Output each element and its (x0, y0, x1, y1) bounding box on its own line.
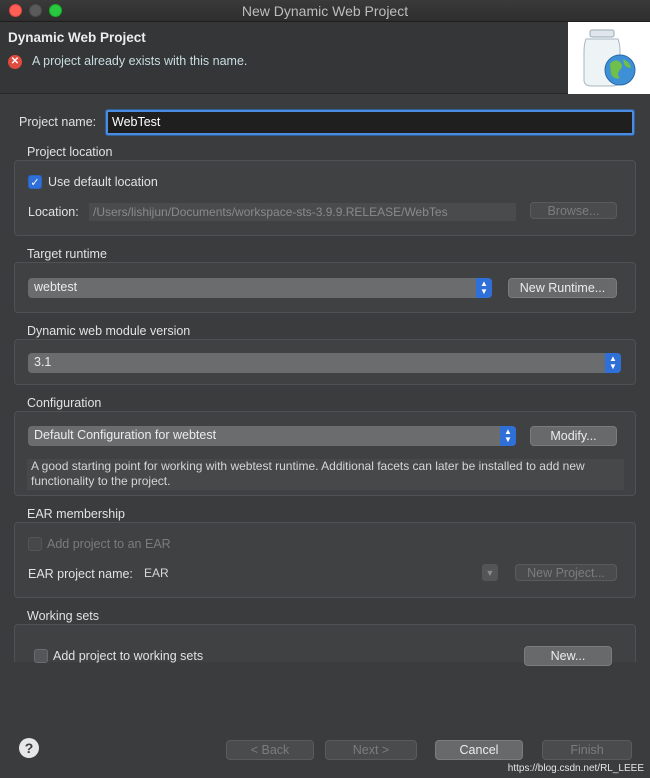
error-message: A project already exists with this name. (32, 54, 248, 68)
use-default-location-checkbox[interactable]: ✓ (28, 175, 42, 189)
jar-globe-icon (583, 29, 636, 87)
module-version-value: 3.1 (34, 355, 52, 369)
title-bar: New Dynamic Web Project (0, 0, 650, 22)
add-to-working-sets-checkbox[interactable] (34, 649, 48, 663)
target-runtime-value: webtest (34, 280, 78, 294)
configuration-description: A good starting point for working with w… (27, 459, 624, 490)
chevron-updown-icon: ▲ ▼ (500, 426, 516, 446)
configuration-title: Configuration (27, 396, 102, 410)
chevron-updown-icon: ▲ ▼ (476, 278, 492, 298)
new-ear-project-button[interactable]: New Project... (515, 564, 617, 581)
ear-project-name-label: EAR project name: (28, 567, 133, 581)
wizard-header: Dynamic Web Project ✕ A project already … (0, 22, 650, 94)
add-to-ear-label: Add project to an EAR (47, 537, 171, 551)
page-title: Dynamic Web Project (8, 30, 146, 45)
location-label: Location: (28, 205, 79, 219)
location-field: /Users/lishijun/Documents/workspace-sts-… (89, 203, 516, 221)
ear-project-name-field[interactable]: EAR (140, 564, 498, 583)
browse-button[interactable]: Browse... (530, 202, 617, 219)
project-name-input[interactable]: WebTest (106, 110, 634, 135)
finish-button[interactable]: Finish (542, 740, 632, 760)
modify-button[interactable]: Modify... (530, 426, 617, 446)
target-runtime-select[interactable]: webtest ▲ ▼ (28, 278, 492, 298)
project-name-label: Project name: (19, 115, 97, 129)
module-version-select[interactable]: 3.1 ▲ ▼ (28, 353, 621, 373)
chevron-updown-icon: ▲ ▼ (605, 353, 621, 373)
new-runtime-button[interactable]: New Runtime... (508, 278, 617, 298)
new-working-set-button[interactable]: New... (524, 646, 612, 666)
cancel-button[interactable]: Cancel (435, 740, 523, 760)
wizard-banner-image (568, 22, 650, 94)
add-to-ear-checkbox[interactable] (28, 537, 42, 551)
chevron-down-icon[interactable]: ▼ (482, 564, 498, 581)
ear-membership-title: EAR membership (27, 507, 125, 521)
configuration-select[interactable]: Default Configuration for webtest ▲ ▼ (28, 426, 516, 446)
target-runtime-title: Target runtime (27, 247, 107, 261)
project-location-title: Project location (27, 145, 113, 159)
add-to-working-sets-label: Add project to working sets (53, 649, 204, 663)
project-location-group (14, 160, 636, 236)
back-button[interactable]: < Back (226, 740, 314, 760)
help-icon[interactable]: ? (19, 738, 39, 758)
working-sets-title: Working sets (27, 609, 100, 623)
window-title: New Dynamic Web Project (241, 3, 409, 19)
watermark-text: https://blog.csdn.net/RL_LEEE (507, 763, 644, 774)
module-version-title: Dynamic web module version (27, 324, 191, 338)
ear-membership-group (14, 522, 636, 598)
error-icon: ✕ (8, 55, 22, 69)
wizard-body: Project name: WebTest Project location ✓… (0, 95, 650, 778)
use-default-location-label: Use default location (48, 175, 158, 189)
next-button[interactable]: Next > (325, 740, 417, 760)
configuration-value: Default Configuration for webtest (34, 428, 217, 442)
